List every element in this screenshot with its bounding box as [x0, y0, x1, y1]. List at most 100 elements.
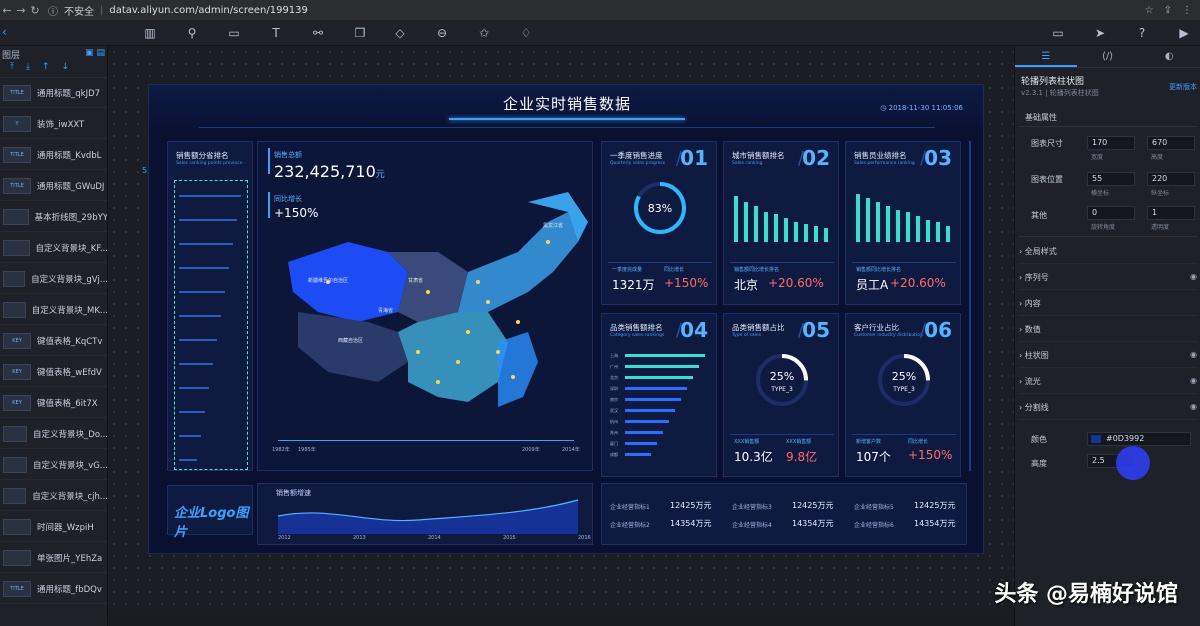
sales-total-label: 销售总额: [274, 151, 302, 159]
move-top-icon[interactable]: ⤒: [10, 62, 14, 77]
layer-item[interactable]: 自定义背景块_Do...: [0, 419, 107, 449]
layer-item[interactable]: 时间器_WzpiH: [0, 512, 107, 542]
timeline-labels[interactable]: 1982年 1985年 2009年 2014年: [272, 446, 582, 456]
category-label: 成都: [610, 451, 618, 457]
eye-icon[interactable]: ◉: [1190, 376, 1197, 387]
x-input[interactable]: 55: [1087, 172, 1135, 186]
menu-icon[interactable]: ⋮: [1182, 5, 1192, 16]
network-icon[interactable]: ⚯: [310, 25, 326, 41]
style-section[interactable]: › 数值: [1019, 324, 1197, 342]
cube-icon[interactable]: ◇: [392, 25, 408, 41]
layer-thumbnail: TITLE: [3, 84, 31, 101]
card-title: 城市销售额排名: [732, 151, 785, 160]
chevron-left-icon[interactable]: ‹: [2, 25, 7, 39]
media-icon[interactable]: ▭: [226, 25, 242, 41]
move-bottom-icon[interactable]: ⤓: [26, 62, 30, 77]
style-section[interactable]: › 分割线 ◉: [1019, 402, 1197, 420]
map-pin-icon[interactable]: ⚲: [184, 25, 200, 41]
y-input[interactable]: 220: [1147, 172, 1195, 186]
tab-data-icon[interactable]: ⟨/⟩: [1077, 46, 1139, 67]
layer-item[interactable]: TITLE 通用标题_qkJD7: [0, 78, 107, 108]
layer-item[interactable]: TITLE 通用标题_GWuDJ: [0, 171, 107, 201]
metric-card-02[interactable]: 城市销售额排名 Sales ranking/02 销售额同比增长排名 北京 +20.60…: [723, 141, 839, 305]
reload-icon[interactable]: ↻: [28, 4, 42, 17]
star-icon[interactable]: ☆: [1145, 5, 1154, 16]
layer-item[interactable]: KEY 键值表格_6it7X: [0, 388, 107, 418]
eye-icon[interactable]: ◉: [1190, 350, 1197, 361]
timeline-label[interactable]: 2009年: [522, 446, 540, 453]
timeline-label[interactable]: 1985年: [298, 446, 316, 453]
layer-item[interactable]: 自定义背景块_KF...: [0, 233, 107, 263]
text-icon[interactable]: T: [268, 25, 284, 41]
card-value-2: +150%: [908, 448, 953, 462]
move-down-icon[interactable]: ↓: [62, 62, 70, 77]
url-text[interactable]: datav.aliyun.com/admin/screen/199139: [109, 5, 308, 16]
publish-icon[interactable]: ➤: [1092, 25, 1108, 41]
eye-icon[interactable]: ◉: [1190, 402, 1197, 413]
back-icon[interactable]: ←: [0, 4, 14, 17]
layer-item[interactable]: 基本折线图_29bYY: [0, 202, 108, 232]
timeline-label[interactable]: 2014年: [562, 446, 580, 453]
screen-icon[interactable]: ▭: [1050, 25, 1066, 41]
layer-item[interactable]: 自定义背景块_cjh...: [0, 481, 107, 511]
tab-interaction-icon[interactable]: ◐: [1138, 46, 1200, 67]
selected-component-outline[interactable]: [174, 180, 248, 470]
color-input[interactable]: #0D3992: [1087, 432, 1191, 446]
rotate-input[interactable]: 0: [1087, 206, 1135, 220]
column-chart: [734, 196, 828, 242]
layer-item[interactable]: 自定义背景块_gVj...: [0, 264, 108, 294]
bar-chart-icon[interactable]: ▥: [142, 25, 158, 41]
card-title: 品类销售额占比: [732, 323, 785, 332]
metric-card-06[interactable]: 客户行业占比 Customer industry distribution/06 2…: [845, 313, 961, 477]
layer-item[interactable]: KEY 键值表格_wEfdV: [0, 357, 107, 387]
browser-bar: ← → ↻ ⓘ 不安全 | datav.aliyun.com/admin/scr…: [0, 0, 1200, 20]
kv-value: 14354万元: [792, 519, 834, 528]
dashboard-screen[interactable]: 企业实时销售数据 ◷ 2018-11-30 11:05:06 销售额分省排名 S…: [148, 84, 984, 554]
card-subtitle: Sales ranking: [732, 161, 763, 166]
preview-icon[interactable]: ▶: [1176, 25, 1192, 41]
layer-item[interactable]: TITLE 通用标题_fbDQv: [0, 574, 107, 604]
style-section[interactable]: › 内容: [1019, 298, 1197, 316]
metric-card-04[interactable]: 品类销售额排名 Category sales rankings/04 上海 广州 北京深…: [601, 313, 717, 477]
kv-table-panel[interactable]: 企业经营指标1 12425万元 企业经营指标3 12425万元 企业经营指标5 12425…: [601, 483, 967, 545]
view-toggle-icon[interactable]: ▣ ▤: [85, 48, 105, 60]
layer-name: 基本折线图_29bYY: [34, 212, 108, 223]
eye-icon[interactable]: ◉: [1190, 272, 1197, 283]
layer-item[interactable]: 自定义背景块_vG...: [0, 450, 107, 480]
card-label-1: 销售额同比增长排名: [856, 267, 902, 273]
favorite-icon[interactable]: ✩: [476, 25, 492, 41]
color-swatch[interactable]: [1091, 435, 1101, 443]
layer-name: 自定义背景块_gVj...: [31, 274, 108, 285]
opacity-input[interactable]: 1: [1147, 206, 1195, 220]
style-section[interactable]: › 柱状图 ◉: [1019, 350, 1197, 368]
metric-card-03[interactable]: 销售员业绩排名 Sales performance ranking/03 销售额同比…: [845, 141, 961, 305]
tab-config-icon[interactable]: ☰: [1015, 46, 1077, 67]
card-value-2: 9.8亿: [786, 450, 818, 464]
move-up-icon[interactable]: ↑: [42, 62, 50, 77]
properties-tabs: ☰ ⟨/⟩ ◐: [1015, 46, 1200, 68]
layer-item[interactable]: 单张图片_YEhZa: [0, 543, 107, 573]
province-ranking-panel[interactable]: 销售额分省排名 Sales ranking points province: [167, 141, 253, 471]
extension-icon[interactable]: ⇪: [1164, 5, 1172, 16]
layer-item[interactable]: KEY 键值表格_KqCTv: [0, 326, 107, 356]
diamond-icon[interactable]: ♢: [518, 25, 534, 41]
address-bar[interactable]: ⓘ 不安全 | datav.aliyun.com/admin/screen/19…: [48, 3, 308, 18]
metric-card-05[interactable]: 品类销售额占比 Type of sales/05 25% TYPE_3 XXX销售额 XX…: [723, 313, 839, 477]
forward-icon[interactable]: →: [14, 4, 28, 17]
layer-item[interactable]: 自定义背景块_MK...: [0, 295, 107, 325]
style-section[interactable]: › 序列号 ◉: [1019, 272, 1197, 290]
style-section[interactable]: › 全局样式: [1019, 246, 1197, 264]
timeline-label[interactable]: 1982年: [272, 446, 290, 453]
metric-card-01[interactable]: 一季度销售进度 Quarterly sales progress/01 83% 一季度…: [601, 141, 717, 305]
height-input[interactable]: 670: [1147, 136, 1195, 150]
help-icon[interactable]: ?: [1134, 25, 1150, 41]
growth-trend-panel[interactable]: 销售额增速 2012 2013 2014 2015 2016: [257, 483, 593, 545]
china-map-panel[interactable]: 销售总额 232,425,710元 同比增长 +150% 新疆维吾尔自治区 西藏…: [257, 141, 593, 471]
layers-icon[interactable]: ❐: [352, 25, 368, 41]
layer-item[interactable]: TITLE 通用标题_KvdbL: [0, 140, 107, 170]
minus-circle-icon[interactable]: ⊖: [434, 25, 450, 41]
style-section[interactable]: › 流光 ◉: [1019, 376, 1197, 394]
layer-item[interactable]: Y 装饰_iwXXT: [0, 109, 107, 139]
update-version-link[interactable]: 更新版本: [1169, 82, 1197, 92]
width-input[interactable]: 170: [1087, 136, 1135, 150]
